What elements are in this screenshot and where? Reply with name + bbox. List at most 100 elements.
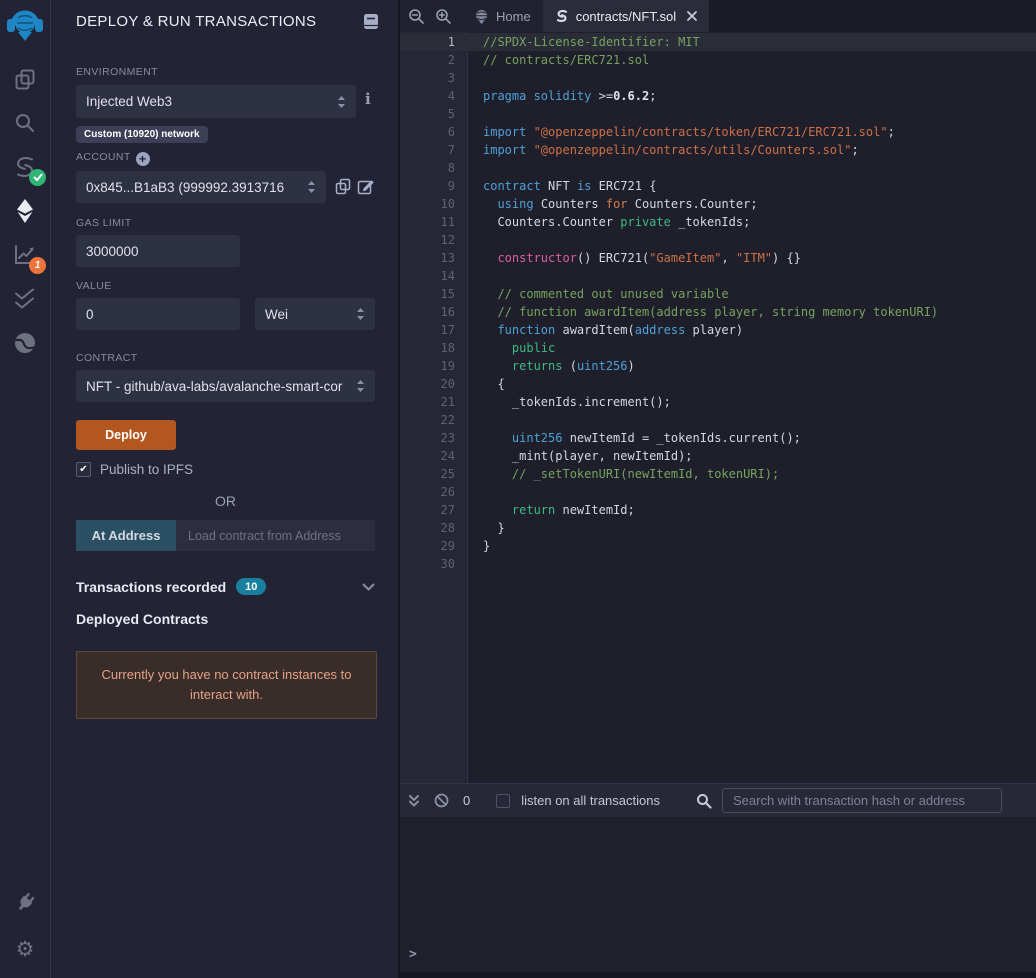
zoom-out-icon[interactable] — [408, 8, 425, 25]
settings-icon[interactable]: ⚙ — [8, 933, 42, 965]
deploy-run-panel: DEPLOY & RUN TRANSACTIONS ENVIRONMENT In… — [51, 0, 400, 978]
environment-value: Injected Web3 — [86, 94, 173, 109]
search-icon[interactable] — [8, 107, 42, 139]
transactions-recorded-label: Transactions recorded — [76, 578, 227, 595]
sphere-icon[interactable] — [8, 327, 42, 359]
line-number: 17 — [440, 323, 455, 337]
code-line[interactable]: 26 — [400, 483, 1036, 501]
code-line[interactable]: 23 uint256 newItemId = _tokenIds.current… — [400, 429, 1036, 447]
contract-select[interactable]: NFT - github/ava-labs/avalanche-smart-co… — [76, 370, 375, 402]
line-number: 25 — [440, 467, 455, 481]
select-spinner-icon — [357, 380, 364, 392]
gas-limit-label: GAS LIMIT — [76, 217, 132, 229]
line-number: 15 — [440, 287, 455, 301]
clear-console-icon[interactable] — [434, 793, 449, 808]
value-unit-select[interactable]: Wei — [255, 298, 375, 330]
home-logo-icon — [476, 9, 487, 24]
code-line[interactable]: 6 import "@openzeppelin/contracts/token/E… — [400, 123, 1036, 141]
line-number: 3 — [447, 71, 455, 85]
code-line[interactable]: 17 function awardItem(address player) — [400, 321, 1036, 339]
panel-title: DEPLOY & RUN TRANSACTIONS — [76, 13, 317, 30]
copy-account-icon[interactable] — [335, 178, 351, 198]
code-line[interactable]: 20 { — [400, 375, 1036, 393]
documentation-icon[interactable] — [363, 13, 379, 33]
publish-ipfs-row: ✔ Publish to IPFS — [76, 462, 193, 477]
value-input[interactable]: 0 — [76, 298, 240, 330]
solidity-compiler-icon[interactable] — [8, 151, 46, 186]
deploy-button[interactable]: Deploy — [76, 420, 176, 450]
line-number: 29 — [440, 539, 455, 553]
gas-limit-value: 3000000 — [86, 243, 139, 259]
code-line[interactable]: 7 import "@openzeppelin/contracts/utils/C… — [400, 141, 1036, 159]
terminal-search-input[interactable] — [722, 788, 1002, 813]
value-unit: Wei — [265, 306, 289, 322]
contract-value: NFT - github/ava-labs/avalanche-smart-co… — [86, 378, 343, 394]
line-number: 6 — [447, 125, 455, 139]
listen-transactions-checkbox[interactable] — [496, 793, 511, 808]
plugin-manager-icon[interactable] — [8, 887, 42, 919]
chevron-down-icon[interactable] — [362, 579, 375, 594]
code-line[interactable]: 28 } — [400, 519, 1036, 537]
code-line[interactable]: 5 — [400, 105, 1036, 123]
code-line[interactable]: 24 _mint(player, newItemId); — [400, 447, 1036, 465]
close-tab-icon[interactable] — [687, 11, 698, 21]
code-line[interactable]: 18 public — [400, 339, 1036, 357]
file-explorer-icon[interactable] — [8, 63, 42, 95]
terminal-search-icon[interactable] — [696, 793, 712, 809]
publish-ipfs-checkbox[interactable]: ✔ — [76, 462, 91, 477]
line-number: 20 — [440, 377, 455, 391]
code-line[interactable]: 10 using Counters for Counters.Counter; — [400, 195, 1036, 213]
deployed-contracts-label: Deployed Contracts — [76, 611, 209, 627]
line-number: 24 — [440, 449, 455, 463]
code-line[interactable]: 29} — [400, 537, 1036, 555]
code-line[interactable]: 4 pragma solidity >=0.6.2; — [400, 87, 1036, 105]
add-account-icon[interactable]: + — [135, 152, 150, 166]
line-number: 19 — [440, 359, 455, 373]
environment-select[interactable]: Injected Web3 — [76, 85, 356, 118]
code-line[interactable]: 30 — [400, 555, 1036, 573]
code-line[interactable]: 11 Counters.Counter private _tokenIds; — [400, 213, 1036, 231]
account-label-text: ACCOUNT — [76, 151, 131, 163]
code-line[interactable]: 27 return newItemId; — [400, 501, 1036, 519]
code-line[interactable]: 21 _tokenIds.increment(); — [400, 393, 1036, 411]
code-editor[interactable]: 1//SPDX-License-Identifier: MIT 2// contr… — [400, 32, 1036, 783]
code-line[interactable]: 25 // _setTokenURI(newItemId, tokenURI); — [400, 465, 1036, 483]
network-badge: Custom (10920) network — [76, 126, 208, 143]
expand-terminal-icon[interactable] — [408, 794, 420, 808]
code-line[interactable]: 12 — [400, 231, 1036, 249]
account-value: 0x845...B1aB3 (999992.3913716 — [86, 179, 285, 195]
editor-column: Home contracts/NFT.sol 1//SPDX-License-I… — [400, 0, 1036, 978]
code-line[interactable]: 15 // commented out unused variable — [400, 285, 1036, 303]
line-number: 4 — [447, 89, 455, 103]
analysis-icon[interactable]: 1 — [8, 239, 46, 274]
gas-limit-input[interactable]: 3000000 — [76, 235, 240, 267]
code-line[interactable]: 1//SPDX-License-Identifier: MIT — [400, 33, 1036, 51]
tab-home[interactable]: Home — [462, 0, 543, 32]
terminal-output[interactable]: > — [400, 817, 1036, 972]
code-line[interactable]: 16 // function awardItem(address player,… — [400, 303, 1036, 321]
code-line[interactable]: 8 — [400, 159, 1036, 177]
select-spinner-icon — [308, 181, 315, 193]
account-label: ACCOUNT + — [76, 151, 150, 166]
icon-sidebar: 1 ⚙ — [0, 0, 51, 978]
line-number: 13 — [440, 251, 455, 265]
code-line[interactable]: 19 returns (uint256) — [400, 357, 1036, 375]
zoom-in-icon[interactable] — [435, 8, 452, 25]
deploy-run-icon[interactable] — [8, 195, 42, 227]
unit-test-icon[interactable] — [8, 283, 42, 315]
at-address-button[interactable]: At Address — [76, 520, 176, 551]
environment-info-icon[interactable]: i — [365, 90, 371, 108]
analysis-count-badge: 1 — [29, 257, 46, 274]
at-address-input[interactable] — [176, 520, 375, 551]
code-line[interactable]: 13 constructor() ERC721("GameItem", "ITM… — [400, 249, 1036, 267]
sign-message-icon[interactable] — [357, 178, 375, 198]
code-line[interactable]: 2// contracts/ERC721.sol — [400, 51, 1036, 69]
code-line[interactable]: 9 contract NFT is ERC721 { — [400, 177, 1036, 195]
code-line[interactable]: 3 — [400, 69, 1036, 87]
code-line[interactable]: 14 — [400, 267, 1036, 285]
line-number: 18 — [440, 341, 455, 355]
line-number: 14 — [440, 269, 455, 283]
account-select[interactable]: 0x845...B1aB3 (999992.3913716 — [76, 171, 326, 203]
tab-nft-sol[interactable]: contracts/NFT.sol — [542, 0, 710, 32]
code-line[interactable]: 22 — [400, 411, 1036, 429]
